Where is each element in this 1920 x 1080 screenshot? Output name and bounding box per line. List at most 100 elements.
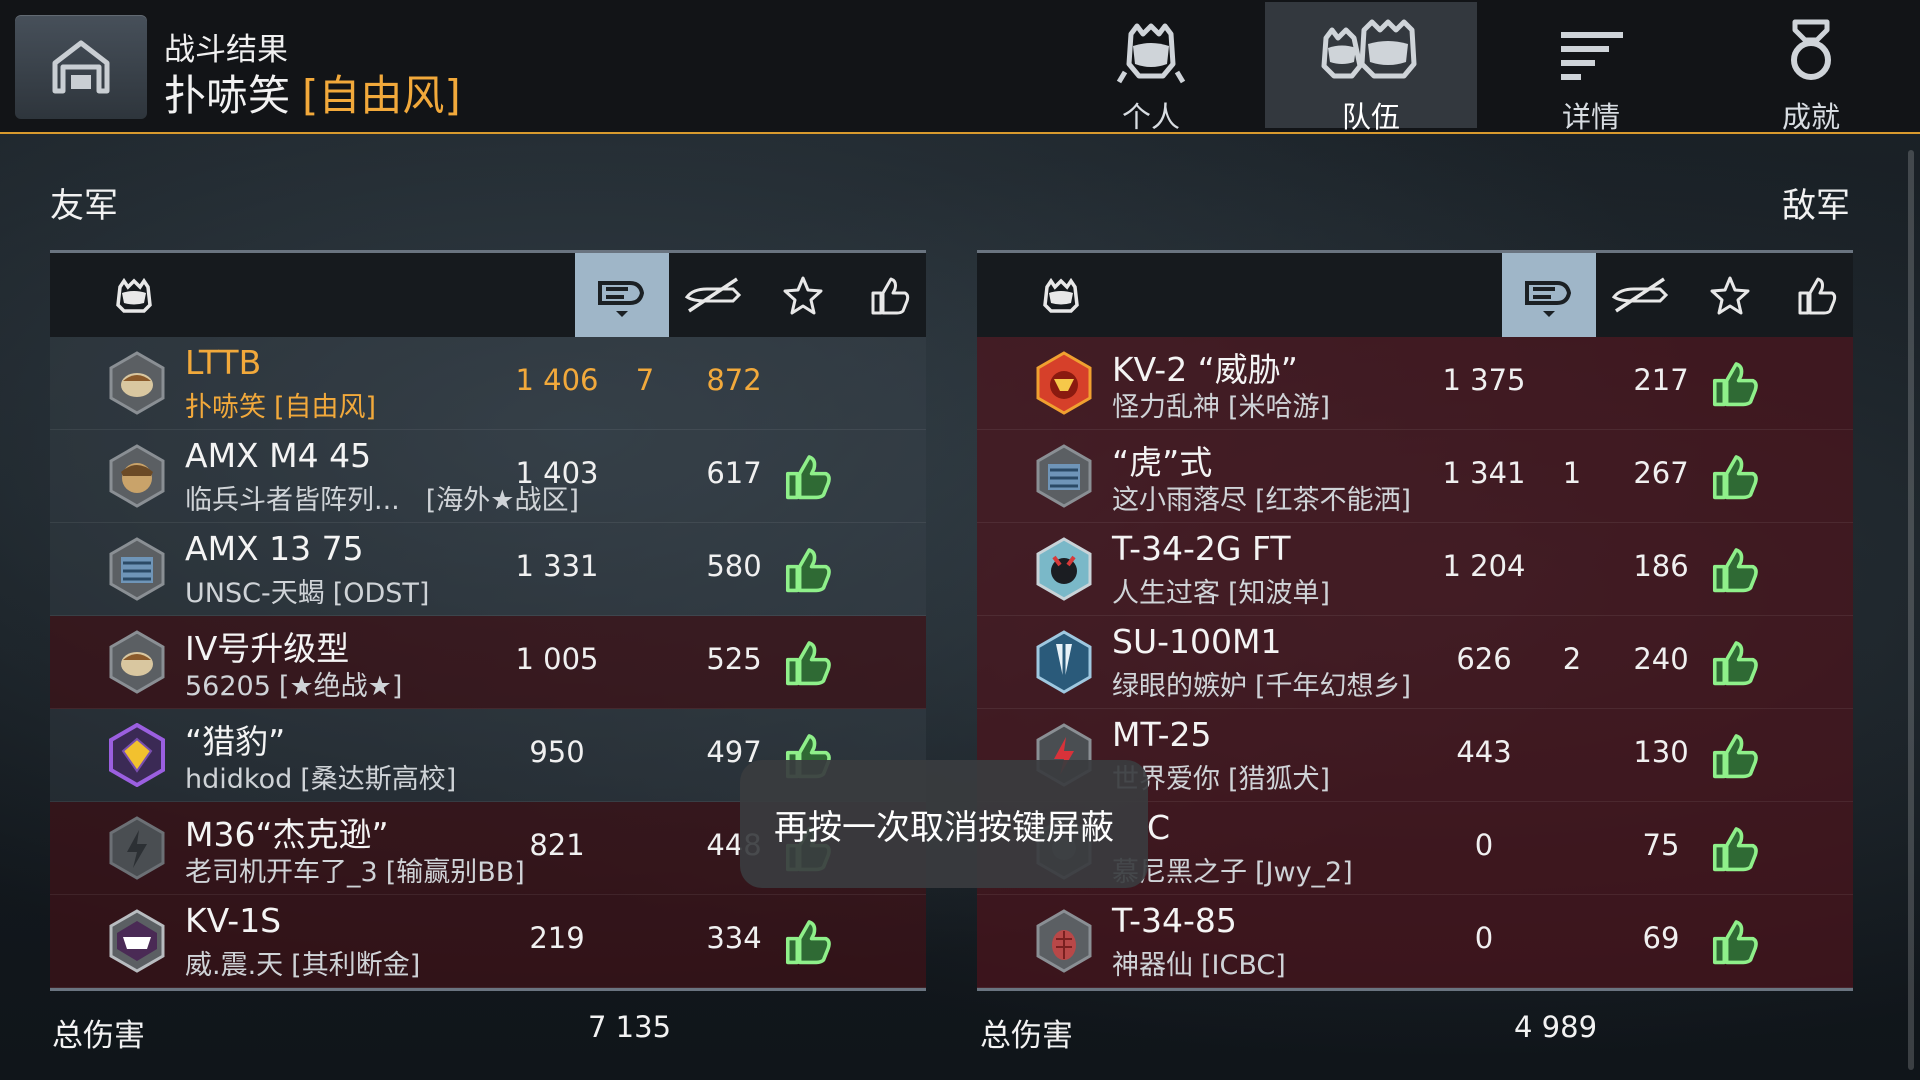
thumbs-up-icon[interactable] xyxy=(783,545,833,593)
kills-value: 2 xyxy=(1562,642,1582,676)
thumbs-up-icon[interactable] xyxy=(1710,824,1760,872)
tab-team-label: 队伍 xyxy=(1341,100,1400,134)
tab-achievements[interactable]: 成就 xyxy=(1705,2,1917,134)
tank-name: C xyxy=(1147,808,1171,847)
table-row[interactable]: IV号升级型 56205 [★绝战★] 1 005 525 xyxy=(50,616,926,709)
player-name: 56205 [★绝战★] xyxy=(185,671,403,702)
xp-value: 217 xyxy=(1633,363,1689,397)
xp-value: 186 xyxy=(1633,549,1689,583)
tank-name: AMX 13 75 xyxy=(185,529,364,568)
player-rank-icon xyxy=(109,723,165,787)
player-rank-icon xyxy=(1036,630,1092,694)
toast-message: 再按一次取消按键屏蔽 xyxy=(740,760,1148,888)
kills-column-header[interactable] xyxy=(669,253,757,337)
table-row[interactable]: T-34-85 神器仙 [ICBC] 0 69 xyxy=(977,895,1853,988)
thumbs-up-icon[interactable] xyxy=(783,917,833,965)
table-row[interactable]: AMX 13 75 UNSC-天蝎 [ODST] 1 331 580 xyxy=(50,523,926,616)
player-title: 扑哧笑 [自由风] xyxy=(164,62,461,123)
damage-value: 1 375 xyxy=(1442,363,1526,397)
player-name: 扑哧笑 xyxy=(164,71,291,120)
player-name: 老司机开车了_3 [输赢别BB] xyxy=(185,857,525,888)
thumbs-up-icon xyxy=(871,277,910,315)
xp-value: 334 xyxy=(706,921,762,955)
thumbs-up-icon[interactable] xyxy=(1710,359,1760,407)
tank-column-header[interactable] xyxy=(90,253,178,337)
player-rank-icon xyxy=(109,909,165,973)
tank-name: T-34-2G FT xyxy=(1112,529,1291,568)
damage-sort-icon xyxy=(1525,281,1572,317)
allies-total-label: 总伤害 xyxy=(52,1018,145,1054)
allies-total-damage: 7 135 xyxy=(588,1010,672,1044)
tank-name: KV-2 “威胁” xyxy=(1112,350,1298,389)
kills-value: 7 xyxy=(635,363,655,397)
damage-column-header[interactable] xyxy=(575,253,669,337)
garage-button[interactable] xyxy=(15,15,147,119)
table-row[interactable]: T-34-2G FT 人生过客 [知波单] 1 204 186 xyxy=(977,523,1853,616)
thumbs-up-icon[interactable] xyxy=(783,638,833,686)
likes-column-header[interactable] xyxy=(846,253,934,337)
likes-column-header[interactable] xyxy=(1773,253,1861,337)
table-row[interactable]: “虎”式 这小雨落尽 [红茶不能洒] 1 341 1 267 xyxy=(977,430,1853,523)
personal-icon xyxy=(1116,23,1186,84)
kills-column-header[interactable] xyxy=(1596,253,1684,337)
tank-name: SU-100M1 xyxy=(1112,622,1282,661)
damage-value: 1 403 xyxy=(515,456,599,490)
xp-column-header[interactable] xyxy=(1686,253,1774,337)
damage-value: 1 005 xyxy=(515,642,599,676)
player-name: 这小雨落尽 [红茶不能洒] xyxy=(1112,485,1412,516)
tab-team[interactable]: 队伍 xyxy=(1265,2,1477,134)
xp-value: 69 xyxy=(1642,921,1680,955)
table-row[interactable]: SU-100M1 绿眼的嫉妒 [千年幻想乡] 626 2 240 xyxy=(977,616,1853,709)
tank-name: T-34-85 xyxy=(1112,901,1237,940)
enemies-title: 敌军 xyxy=(1782,186,1850,226)
tab-details[interactable]: 详情 xyxy=(1485,2,1697,134)
tank-column-header[interactable] xyxy=(1017,253,1105,337)
thumbs-up-icon[interactable] xyxy=(1710,545,1760,593)
thumbs-up-icon[interactable] xyxy=(1710,452,1760,500)
damage-column-header[interactable] xyxy=(1502,253,1596,337)
player-name: 慕尼黑之子 [Jwy_2] xyxy=(1112,857,1353,888)
tab-personal[interactable]: 个人 xyxy=(1045,2,1257,134)
thumbs-up-icon[interactable] xyxy=(783,452,833,500)
damage-value: 1 341 xyxy=(1442,456,1526,490)
top-bar: 战斗结果 扑哧笑 [自由风] 个人 队伍 详情 成就 xyxy=(0,0,1920,134)
thumbs-up-icon[interactable] xyxy=(1710,731,1760,779)
scrollbar[interactable] xyxy=(1908,150,1914,1070)
xp-column-header[interactable] xyxy=(759,253,847,337)
xp-value: 267 xyxy=(1633,456,1689,490)
xp-value: 75 xyxy=(1642,828,1680,862)
table-row[interactable]: KV-1S 威.震.天 [其利断金] 219 334 xyxy=(50,895,926,988)
damage-value: 0 xyxy=(1474,828,1494,862)
enemies-total-label: 总伤害 xyxy=(980,1018,1073,1054)
xp-value: 872 xyxy=(706,363,762,397)
player-rank-icon xyxy=(1036,537,1092,601)
player-name: 人生过客 [知波单] xyxy=(1112,578,1331,609)
player-clan: [自由风] xyxy=(302,71,461,120)
garage-icon xyxy=(52,40,110,94)
tank-icon xyxy=(116,277,152,313)
damage-value: 1 204 xyxy=(1442,549,1526,583)
table-row[interactable]: KV-2 “威胁” 怪力乱神 [米哈游] 1 375 217 xyxy=(977,337,1853,430)
damage-value: 1 406 xyxy=(515,363,599,397)
player-name: 绿眼的嫉妒 [千年幻想乡] xyxy=(1112,671,1412,702)
damage-value: 821 xyxy=(529,828,585,862)
player-rank-icon xyxy=(1036,909,1092,973)
thumbs-up-icon[interactable] xyxy=(1710,917,1760,965)
tank-name: “虎”式 xyxy=(1112,443,1213,482)
player-name: 威.震.天 [其利断金] xyxy=(185,950,421,981)
xp-value: 525 xyxy=(706,642,762,676)
xp-value: 240 xyxy=(1633,642,1689,676)
table-row[interactable]: AMX M4 45 临兵斗者皆阵列... [海外★战区] 1 403 617 xyxy=(50,430,926,523)
thumbs-up-icon[interactable] xyxy=(1710,638,1760,686)
table-divider xyxy=(977,988,1853,991)
enemies-table-header xyxy=(977,250,1853,337)
kills-icon xyxy=(1611,277,1669,313)
damage-value: 219 xyxy=(529,921,585,955)
thumbs-up-icon xyxy=(1798,277,1837,315)
table-row[interactable]: LTTB 扑哧笑 [自由风] 1 406 7 872 xyxy=(50,337,926,430)
player-name: 扑哧笑 [自由风] xyxy=(185,392,377,423)
damage-value: 950 xyxy=(529,735,585,769)
tank-name: MT-25 xyxy=(1112,715,1212,754)
allies-title: 友军 xyxy=(50,186,118,226)
tank-name: AMX M4 45 xyxy=(185,436,372,475)
